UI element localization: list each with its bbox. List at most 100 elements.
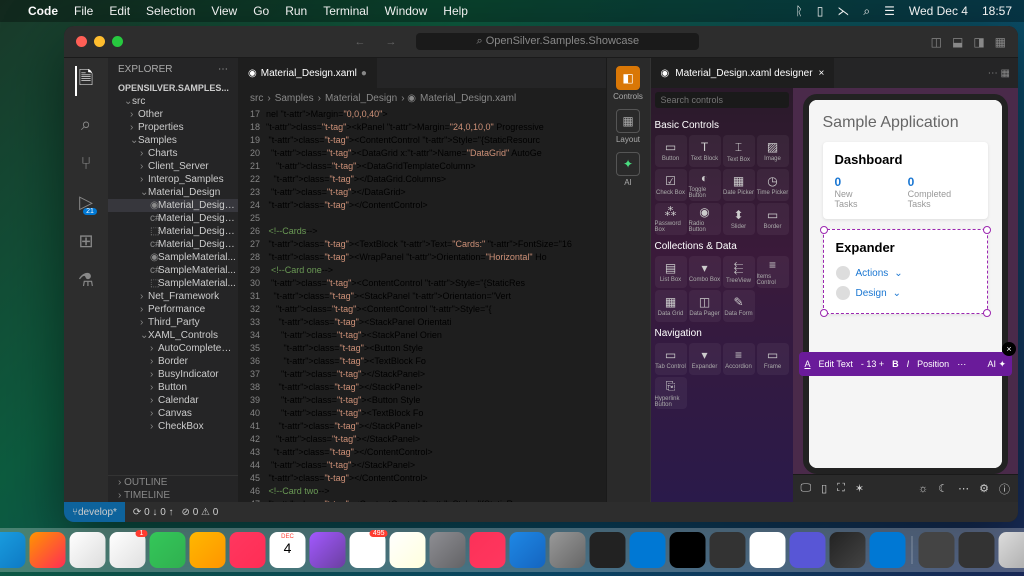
toolbox-item[interactable]: ▭Frame — [757, 343, 789, 375]
controls-button[interactable]: ◧Controls — [612, 66, 644, 101]
maximize-button[interactable] — [112, 36, 123, 47]
more-icon[interactable]: ⋯ ▦ — [988, 68, 1018, 79]
menu-view[interactable]: View — [211, 4, 237, 18]
dock-vscode[interactable] — [630, 532, 666, 568]
more-icon[interactable]: ⋯ — [958, 482, 969, 495]
tree-node[interactable]: › Calendar — [108, 394, 238, 407]
outline-section[interactable]: › OUTLINE — [108, 476, 238, 489]
expander-card[interactable]: Expander Actions⌄ Design⌄ — [823, 229, 989, 314]
toolbox-item[interactable]: ☑Check Box — [655, 169, 687, 201]
tree-node[interactable]: c# SampleMaterial... — [108, 264, 238, 277]
toolbox-item[interactable]: ≡Items Control — [757, 256, 789, 288]
minimize-button[interactable] — [94, 36, 105, 47]
tree-node[interactable]: › Client_Server — [108, 160, 238, 173]
tree-node[interactable]: › Border — [108, 355, 238, 368]
menu-selection[interactable]: Selection — [146, 4, 195, 18]
tree-node[interactable]: › Performance — [108, 303, 238, 316]
tree-node[interactable]: c# Material_Design... — [108, 238, 238, 251]
menubar-date[interactable]: Wed Dec 4 — [909, 4, 968, 18]
layout-button[interactable]: ▦Layout — [612, 109, 644, 144]
dock-contacts[interactable] — [310, 532, 346, 568]
dock-tv[interactable] — [430, 532, 466, 568]
font-size-stepper[interactable]: - 13 + — [861, 359, 884, 369]
dock-appstore[interactable] — [510, 532, 546, 568]
ai-wand-icon[interactable]: AI ✦ — [987, 359, 1006, 370]
toolbox-item[interactable]: TText Block — [689, 135, 721, 167]
editor-tab[interactable]: ◉ Material_Design.xaml ● — [238, 58, 377, 88]
tree-node[interactable]: › Canvas — [108, 407, 238, 420]
tree-node[interactable]: ◉ Material_Design... — [108, 199, 238, 212]
menu-go[interactable]: Go — [253, 4, 269, 18]
command-center[interactable]: ⌕ OpenSilver.Samples.Showcase — [416, 33, 699, 50]
toolbox-item[interactable]: ≡Accordion — [723, 343, 755, 375]
help-icon[interactable]: ⓘ — [999, 481, 1010, 497]
dock-photos[interactable] — [230, 532, 266, 568]
source-control-icon[interactable]: ⑂ — [81, 153, 92, 174]
toolbox-item[interactable]: ✎Data Form — [723, 290, 755, 322]
tree-node[interactable]: › Third_Party — [108, 316, 238, 329]
dock-safari[interactable] — [70, 532, 106, 568]
status-icon[interactable]: ᚱ — [796, 4, 803, 18]
dock-notes[interactable] — [390, 532, 426, 568]
toolbox-item[interactable]: ▦Data Grid — [655, 290, 687, 322]
more-icon[interactable]: ⋯ — [957, 359, 966, 370]
tree-node[interactable]: › Charts — [108, 147, 238, 160]
dock-activity[interactable] — [670, 532, 706, 568]
tree-node[interactable]: › Properties — [108, 121, 238, 134]
dock-calendar[interactable]: DEC4 — [270, 532, 306, 568]
toolbox-item[interactable]: ▾Expander — [689, 343, 721, 375]
position-button[interactable]: Position — [917, 359, 949, 369]
toolbox-item[interactable]: ◐Toggle Button — [689, 169, 721, 201]
battery-icon[interactable]: ▯ — [817, 4, 824, 18]
timeline-section[interactable]: › TIMELINE — [108, 489, 238, 502]
bold-button[interactable]: B — [892, 359, 899, 369]
problems[interactable]: ⊘ 0 ⚠ 0 — [182, 507, 219, 518]
layout-sidebar-icon[interactable]: ◫ — [931, 35, 942, 49]
menubar-app[interactable]: Code — [28, 4, 58, 18]
toolbox-item[interactable]: ⎘Hyperlink Button — [655, 377, 687, 409]
dock-downloads[interactable] — [959, 532, 995, 568]
toolbox-item[interactable]: ▨Image — [757, 135, 789, 167]
layout-panel-icon[interactable]: ⬓ — [952, 35, 963, 49]
italic-button[interactable]: I — [907, 359, 910, 369]
layout-customize-icon[interactable]: ▦ — [995, 35, 1006, 49]
menubar-time[interactable]: 18:57 — [982, 4, 1012, 18]
dock-app4[interactable] — [870, 532, 906, 568]
toolbox-item[interactable]: ▦Date Picker — [723, 169, 755, 201]
expander-item[interactable]: Actions⌄ — [836, 263, 976, 283]
menu-terminal[interactable]: Terminal — [323, 4, 368, 18]
dock-music[interactable] — [470, 532, 506, 568]
toolbox-item[interactable]: ⁂Password Box — [655, 203, 687, 235]
dock-terminal[interactable] — [590, 532, 626, 568]
tree-node[interactable]: ⌄ Material_Design — [108, 186, 238, 199]
nav-back-icon[interactable]: ← — [354, 36, 365, 48]
toolbox-item[interactable]: ▭Border — [757, 203, 789, 235]
dock-messages[interactable] — [150, 532, 186, 568]
tree-node[interactable]: ⬚ SampleMaterial... — [108, 277, 238, 290]
device-desktop-icon[interactable]: 🖵 — [801, 482, 812, 495]
dock-maps[interactable] — [190, 532, 226, 568]
dock-finder[interactable] — [0, 532, 26, 568]
dock-reminders[interactable]: 495 — [350, 532, 386, 568]
menu-run[interactable]: Run — [285, 4, 307, 18]
dock-trash[interactable] — [999, 532, 1024, 568]
search-icon[interactable]: ⌕ — [863, 4, 870, 19]
dock-mail[interactable]: 1 — [110, 532, 146, 568]
tree-node[interactable]: › Net_Framework — [108, 290, 238, 303]
tree-node[interactable]: › Other — [108, 108, 238, 121]
debug-icon[interactable]: ▷21 — [79, 192, 93, 213]
toolbox-item[interactable]: ⬱TreeView — [723, 256, 755, 288]
dark-mode-icon[interactable]: ☾ — [938, 482, 948, 495]
git-sync[interactable]: ⟳ 0 ↓ 0 ↑ — [133, 507, 174, 518]
toolbox-item[interactable]: ◫Data Pager — [689, 290, 721, 322]
toolbox-search[interactable] — [655, 92, 789, 108]
extensions-icon[interactable]: ⊞ — [78, 231, 93, 252]
tree-node[interactable]: ⌄ Samples — [108, 134, 238, 147]
ai-button[interactable]: ✦AI — [612, 152, 644, 187]
dock-app3[interactable] — [830, 532, 866, 568]
designer-tab[interactable]: ◉ Material_Design.xaml designer × — [651, 58, 835, 88]
edit-text-button[interactable]: Edit Text — [819, 359, 853, 369]
tree-node[interactable]: › Interop_Samples — [108, 173, 238, 186]
toolbox-item[interactable]: ⬍Slider — [723, 203, 755, 235]
explorer-icon[interactable]: 🗎 — [75, 66, 93, 96]
